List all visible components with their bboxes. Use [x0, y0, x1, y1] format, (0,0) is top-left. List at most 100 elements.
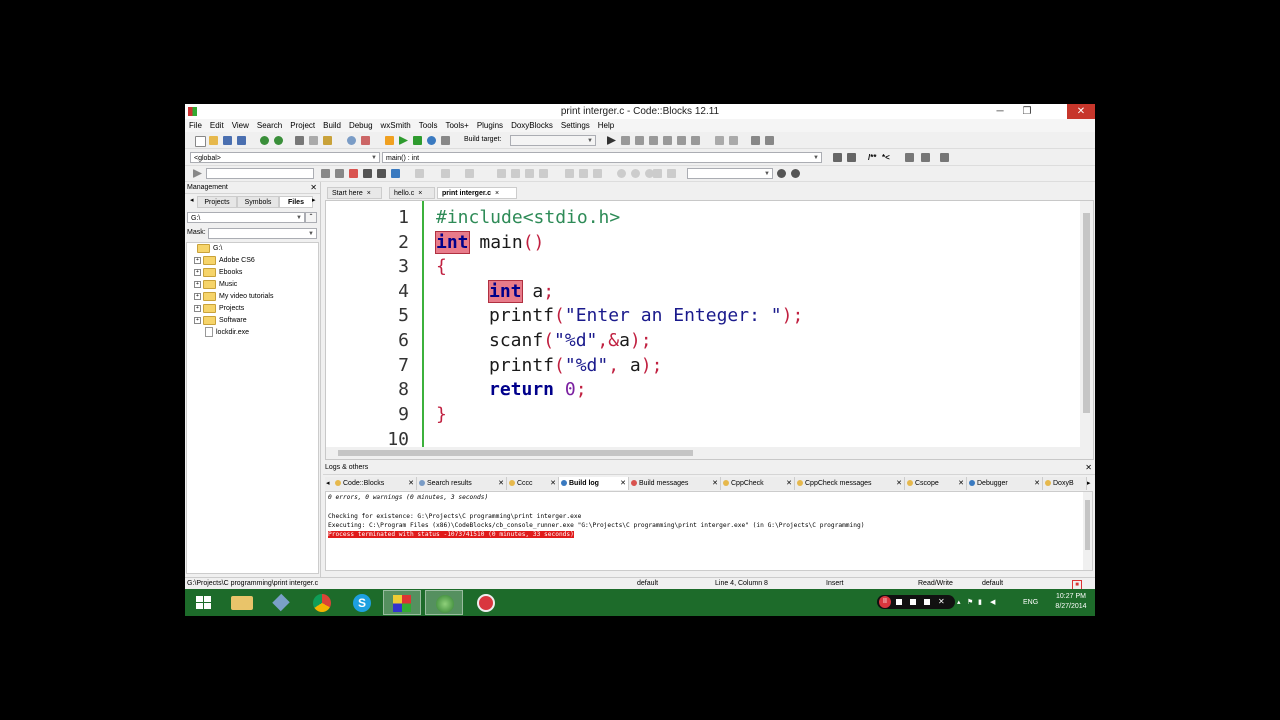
build-target-combo[interactable]: ▼: [510, 135, 596, 146]
tree-item-software[interactable]: + Software: [194, 315, 247, 326]
maximize-button[interactable]: ❐: [1014, 104, 1040, 119]
menu-tools[interactable]: Tools: [415, 119, 442, 132]
network-icon[interactable]: ▮: [978, 589, 982, 616]
shape-e-icon[interactable]: [565, 169, 574, 178]
scrollbar-thumb[interactable]: [338, 450, 693, 456]
search-input[interactable]: [206, 168, 314, 179]
taskbar-virtualbox[interactable]: [263, 590, 301, 615]
menu-doxyblocks[interactable]: DoxyBlocks: [507, 119, 557, 132]
menu-tools-plus[interactable]: Tools+: [441, 119, 472, 132]
replace-icon[interactable]: [361, 136, 370, 145]
scrollbar-thumb[interactable]: [1085, 500, 1090, 550]
expand-icon[interactable]: +: [194, 316, 201, 324]
build-run-icon[interactable]: [413, 136, 422, 145]
jump-declaration-icon[interactable]: [833, 153, 842, 162]
tab-projects[interactable]: Projects: [197, 196, 237, 208]
close-icon[interactable]: ✕: [958, 477, 964, 490]
undo-icon[interactable]: [260, 136, 269, 145]
tab-hello-c[interactable]: hello.c ×: [389, 187, 435, 199]
menu-settings[interactable]: Settings: [557, 119, 594, 132]
menu-debug[interactable]: Debug: [345, 119, 377, 132]
chevron-left-icon[interactable]: ◂: [190, 196, 194, 204]
tab-build-messages[interactable]: Build messages ✕: [629, 477, 721, 490]
close-icon[interactable]: ✕: [1085, 461, 1092, 474]
close-icon[interactable]: ✕: [498, 477, 504, 490]
tab-build-log[interactable]: Build log ✕: [559, 477, 629, 490]
drive-combo[interactable]: G:\ ▼: [187, 212, 305, 223]
close-icon[interactable]: ✕: [310, 182, 317, 193]
run-to-cursor-icon[interactable]: [621, 136, 630, 145]
menu-edit[interactable]: Edit: [206, 119, 228, 132]
expand-icon[interactable]: +: [194, 268, 201, 276]
taskbar-file-explorer[interactable]: [223, 590, 261, 615]
tab-cscope[interactable]: Cscope ✕: [905, 477, 967, 490]
tree-item-ebooks[interactable]: + Ebooks: [194, 267, 242, 278]
close-icon[interactable]: ✕: [1034, 477, 1040, 490]
expand-icon[interactable]: +: [194, 292, 201, 300]
debug-info-icon[interactable]: [765, 136, 774, 145]
tree-item-music[interactable]: + Music: [194, 279, 237, 290]
shape-rect-icon[interactable]: [441, 169, 450, 178]
menu-file[interactable]: File: [185, 119, 206, 132]
zoom-out-icon[interactable]: [631, 169, 640, 178]
taskbar-skype[interactable]: S: [343, 590, 381, 615]
tree-item-projects[interactable]: + Projects: [194, 303, 244, 314]
tab-cccc[interactable]: Cccc ✕: [507, 477, 559, 490]
redo-icon[interactable]: [274, 136, 283, 145]
abort-icon[interactable]: [441, 136, 450, 145]
cancel-icon[interactable]: ✕: [938, 597, 945, 606]
step-out-icon[interactable]: [663, 136, 672, 145]
function-combo[interactable]: main() : int ▼: [382, 152, 822, 163]
extract-docs-icon[interactable]: [921, 153, 930, 162]
search-icon[interactable]: [777, 169, 786, 178]
find-icon[interactable]: [347, 136, 356, 145]
step-instruction-icon[interactable]: [691, 136, 700, 145]
close-icon[interactable]: ✕: [550, 477, 556, 490]
symbol-combo[interactable]: ▼: [687, 168, 773, 179]
tab-search-results[interactable]: Search results ✕: [417, 477, 507, 490]
debug-windows-icon[interactable]: [751, 136, 760, 145]
tree-root[interactable]: G:\: [197, 243, 222, 254]
shape-line-icon[interactable]: [465, 169, 474, 178]
chevron-left-icon[interactable]: ◂: [326, 477, 330, 490]
open-folder-icon[interactable]: [209, 136, 218, 145]
tab-print-interger-c[interactable]: print interger.c ×: [437, 187, 517, 199]
shape-c2-icon[interactable]: [667, 169, 676, 178]
menu-view[interactable]: View: [228, 119, 253, 132]
close-icon[interactable]: ✕: [786, 477, 792, 490]
editor-horizontal-scrollbar[interactable]: [326, 447, 1093, 459]
taskbar-codeblocks[interactable]: [383, 590, 421, 615]
jump-implementation-icon[interactable]: [847, 153, 856, 162]
chevron-right-icon[interactable]: ▸: [1087, 477, 1091, 490]
select-icon[interactable]: [363, 169, 372, 178]
scope-combo[interactable]: <global> ▼: [190, 152, 380, 163]
doc-comment-button[interactable]: /**: [868, 153, 876, 162]
expand-icon[interactable]: +: [194, 256, 201, 264]
close-button[interactable]: ✕: [1067, 104, 1095, 119]
tree-item-lockdir[interactable]: lockdir.exe: [205, 327, 249, 338]
close-icon[interactable]: ×: [495, 190, 499, 197]
stop-icon[interactable]: [896, 599, 902, 605]
matching-brace-icon[interactable]: [377, 169, 386, 178]
doxywizard-icon[interactable]: [905, 153, 914, 162]
menu-search[interactable]: Search: [253, 119, 286, 132]
build-log-output[interactable]: 0 errors, 0 warnings (0 minutes, 3 secon…: [325, 491, 1093, 571]
search-go-icon[interactable]: [193, 169, 202, 178]
stop-icon[interactable]: [729, 136, 738, 145]
next-instruction-icon[interactable]: [677, 136, 686, 145]
close-icon[interactable]: ✕: [408, 477, 414, 490]
run-icon[interactable]: [399, 136, 408, 145]
clock[interactable]: 10:27 PM 8/27/2014: [1051, 592, 1091, 612]
expand-icon[interactable]: +: [194, 280, 201, 288]
save-all-icon[interactable]: [237, 136, 246, 145]
pause-icon[interactable]: II: [879, 596, 891, 608]
copy-icon[interactable]: [309, 136, 318, 145]
taskbar-recorder[interactable]: [467, 590, 505, 615]
shape-s-icon[interactable]: [653, 169, 662, 178]
close-icon[interactable]: ×: [418, 190, 422, 197]
zoom-in-icon[interactable]: [617, 169, 626, 178]
paste-icon[interactable]: [323, 136, 332, 145]
log-vertical-scrollbar[interactable]: [1083, 492, 1092, 570]
camera-icon[interactable]: [910, 599, 916, 605]
shape-g-icon[interactable]: [593, 169, 602, 178]
